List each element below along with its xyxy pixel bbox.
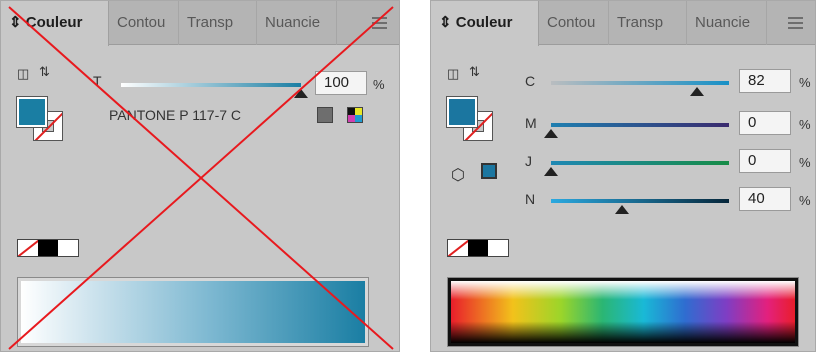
channel-label-j: J xyxy=(525,153,532,169)
channel-value-input-c[interactable]: 82 xyxy=(739,69,791,93)
channel-slider-handle-c[interactable] xyxy=(689,87,704,96)
channel-slider-handle-m[interactable] xyxy=(544,129,558,138)
panel-menu-icon[interactable] xyxy=(788,17,803,29)
channel-label-c: C xyxy=(525,73,536,89)
channel-slider-handle-j[interactable] xyxy=(544,167,558,176)
channel-slider-track-n[interactable] xyxy=(551,199,729,203)
default-colors-icon[interactable]: ◫ xyxy=(447,67,461,81)
fill-swatch[interactable] xyxy=(446,96,478,128)
channel-slider-track-c[interactable] xyxy=(551,81,729,85)
channel-slider-track-j[interactable] xyxy=(551,161,729,165)
channel-slider-handle-n[interactable] xyxy=(615,205,630,214)
tab-couleur[interactable]: ⇕ Couleur xyxy=(431,1,539,46)
channel-percent-n: % xyxy=(799,193,811,208)
channel-percent-m: % xyxy=(799,117,811,132)
tab-contour[interactable]: Contou xyxy=(539,1,609,45)
none-swatch[interactable] xyxy=(448,240,468,256)
none-black-white-swatches xyxy=(447,239,509,257)
black-swatch[interactable] xyxy=(468,240,488,256)
color-panel-spot: ⇕ Couleur Contou Transp Nuancie ◫ ⇅ T 10… xyxy=(0,0,400,352)
swap-arrows-icon[interactable]: ⇅ xyxy=(469,65,483,79)
channel-label-m: M xyxy=(525,115,537,131)
tab-bar: ⇕ Couleur Contou Transp Nuancie xyxy=(431,1,815,46)
crossed-out-mark xyxy=(8,6,394,350)
channel-value-input-n[interactable]: 40 xyxy=(739,187,791,211)
channel-percent-j: % xyxy=(799,155,811,170)
tab-transparence[interactable]: Transp xyxy=(609,1,687,45)
channel-slider-track-m[interactable] xyxy=(551,123,729,127)
channel-value-input-m[interactable]: 0 xyxy=(739,111,791,135)
channel-value-input-j[interactable]: 0 xyxy=(739,149,791,173)
white-swatch[interactable] xyxy=(488,240,508,256)
color-panel-cmyk: ⇕ Couleur Contou Transp Nuancie ◫ ⇅ ⬡ C 8… xyxy=(430,0,816,352)
cmyk-spectrum-ramp[interactable] xyxy=(447,277,799,347)
web-safe-swatch-icon[interactable] xyxy=(481,163,497,179)
channel-percent-c: % xyxy=(799,75,811,90)
channel-label-n: N xyxy=(525,191,536,207)
tab-nuancier[interactable]: Nuancie xyxy=(687,1,767,45)
3d-cube-icon[interactable]: ⬡ xyxy=(451,165,465,185)
tab-collapse-icon[interactable]: ⇕ xyxy=(439,14,456,31)
